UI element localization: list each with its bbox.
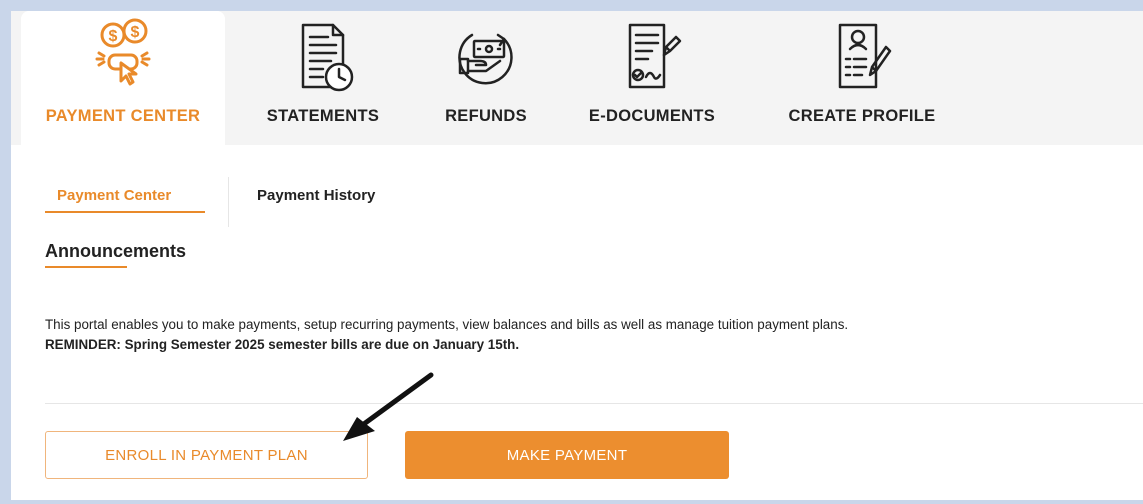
svg-text:$: $ (109, 28, 118, 45)
nav-label-create-profile: CREATE PROFILE (788, 107, 936, 125)
statements-icon (283, 17, 363, 97)
nav-label-statements: STATEMENTS (266, 107, 380, 125)
nav-label-payment-center: PAYMENT CENTER (45, 107, 201, 125)
payment-center-icon: $ $ (83, 17, 163, 97)
announcements-text: This portal enables you to make payments… (45, 317, 849, 332)
section-divider (45, 403, 1143, 404)
announcements-title: Announcements (45, 241, 187, 261)
nav-item-refunds[interactable]: REFUNDS (431, 11, 541, 145)
nav-item-create-profile[interactable]: CREATE PROFILE (775, 11, 949, 145)
enroll-payment-plan-button[interactable]: ENROLL IN PAYMENT PLAN (45, 431, 368, 479)
svg-text:$: $ (131, 24, 140, 41)
page-frame: $ $ PAYMENT CENTER STATEMENTS REFUNDS E-… (11, 11, 1143, 500)
pointer-arrow-icon (331, 371, 441, 456)
make-payment-button[interactable]: MAKE PAYMENT (405, 431, 729, 479)
create-profile-icon (822, 17, 902, 97)
tab-payment-center[interactable]: Payment Center (57, 187, 171, 204)
nav-label-e-documents: E-DOCUMENTS (588, 107, 716, 125)
nav-label-refunds: REFUNDS (445, 107, 527, 125)
tab-payment-history[interactable]: Payment History (257, 187, 375, 204)
top-navigation: $ $ PAYMENT CENTER STATEMENTS REFUNDS E-… (11, 11, 1143, 145)
announcements-reminder: REMINDER: Spring Semester 2025 semester … (45, 337, 520, 352)
refunds-icon (446, 17, 526, 97)
active-tab-underline (45, 211, 205, 213)
tab-divider (228, 177, 229, 227)
nav-item-payment-center[interactable]: $ $ PAYMENT CENTER (21, 11, 225, 145)
nav-item-e-documents[interactable]: E-DOCUMENTS (571, 11, 733, 145)
announcements-underline (45, 266, 127, 268)
nav-item-statements[interactable]: STATEMENTS (257, 11, 389, 145)
e-documents-icon (612, 17, 692, 97)
